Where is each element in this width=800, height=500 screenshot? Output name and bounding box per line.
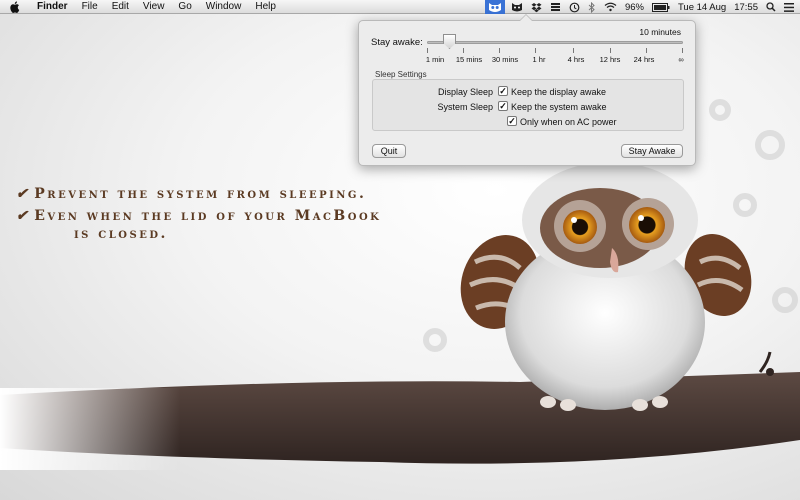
ac-power-label[interactable]: Only when on AC power: [520, 117, 617, 127]
time-text[interactable]: 17:55: [734, 2, 758, 13]
time-machine-icon[interactable]: [569, 2, 580, 13]
tick-label: 1 min: [425, 55, 445, 64]
tick-label: 12 hrs: [599, 55, 621, 64]
tick-label: 4 hrs: [567, 55, 585, 64]
check-icon: ✔: [16, 186, 31, 202]
dropbox-icon[interactable]: [531, 2, 542, 13]
menu-bar: Finder File Edit View Go Window Help 96%: [0, 0, 800, 14]
menu-help[interactable]: Help: [248, 0, 283, 14]
keep-display-awake-label[interactable]: Keep the display awake: [511, 87, 606, 97]
stay-awake-label: Stay awake:: [371, 37, 423, 48]
search-icon[interactable]: [766, 2, 776, 12]
apple-icon[interactable]: [10, 0, 22, 13]
tagline-text-1: Prevent the system from sleeping.: [34, 186, 367, 202]
cat-icon[interactable]: [511, 2, 523, 13]
list-icon[interactable]: [784, 2, 794, 12]
menu-go[interactable]: Go: [171, 0, 198, 14]
tagline-line-3: is closed.: [74, 226, 168, 242]
sleep-settings-box: Display Sleep ✓ Keep the display awake S…: [372, 79, 684, 131]
tick-label: 24 hrs: [633, 55, 655, 64]
battery-icon[interactable]: [651, 2, 670, 12]
menu-edit[interactable]: Edit: [105, 0, 136, 14]
stay-awake-button[interactable]: Stay Awake: [621, 144, 683, 158]
status-area: 96% Tue 14 Aug 17:55: [483, 0, 800, 14]
menu-file[interactable]: File: [75, 0, 105, 14]
tagline-text-2: Even when the lid of your MacBook: [34, 208, 382, 224]
check-icon: ✔: [16, 208, 31, 224]
quit-button[interactable]: Quit: [372, 144, 406, 158]
keep-system-awake-label[interactable]: Keep the system awake: [511, 102, 607, 112]
tagline-line-1: ✔ Prevent the system from sleeping.: [16, 186, 366, 202]
duration-slider-knob[interactable]: [443, 34, 456, 49]
wifi-icon[interactable]: [604, 2, 617, 12]
keep-system-awake-checkbox[interactable]: ✓: [498, 101, 508, 111]
display-sleep-label: Display Sleep: [437, 87, 493, 97]
tagline-line-2: ✔ Even when the lid of your MacBook: [16, 208, 381, 224]
date-text[interactable]: Tue 14 Aug: [678, 2, 726, 13]
battery-percent: 96%: [624, 1, 644, 13]
owl-menu-icon[interactable]: [484, 0, 505, 14]
tick-label: 30 mins: [491, 55, 519, 64]
system-sleep-label: System Sleep: [437, 102, 493, 112]
menu-app-name[interactable]: Finder: [30, 0, 75, 14]
tick-label: 15 mins: [455, 55, 483, 64]
menu-view[interactable]: View: [136, 0, 172, 14]
stay-awake-popover: Stay awake: 10 minutes 1 min 15 mins 30 …: [358, 14, 696, 166]
tick-label: 1 hr: [532, 55, 546, 64]
slider-ticks: [427, 48, 683, 53]
bars-icon[interactable]: [550, 2, 561, 12]
duration-slider-track[interactable]: [427, 41, 683, 44]
tick-label: ∞: [678, 55, 684, 64]
bluetooth-icon[interactable]: [588, 1, 596, 13]
keep-display-awake-checkbox[interactable]: ✓: [498, 86, 508, 96]
sleep-settings-title: Sleep Settings: [375, 70, 427, 79]
menu-window[interactable]: Window: [199, 0, 249, 14]
ac-power-checkbox[interactable]: ✓: [507, 116, 517, 126]
current-duration: 10 minutes: [639, 27, 681, 37]
